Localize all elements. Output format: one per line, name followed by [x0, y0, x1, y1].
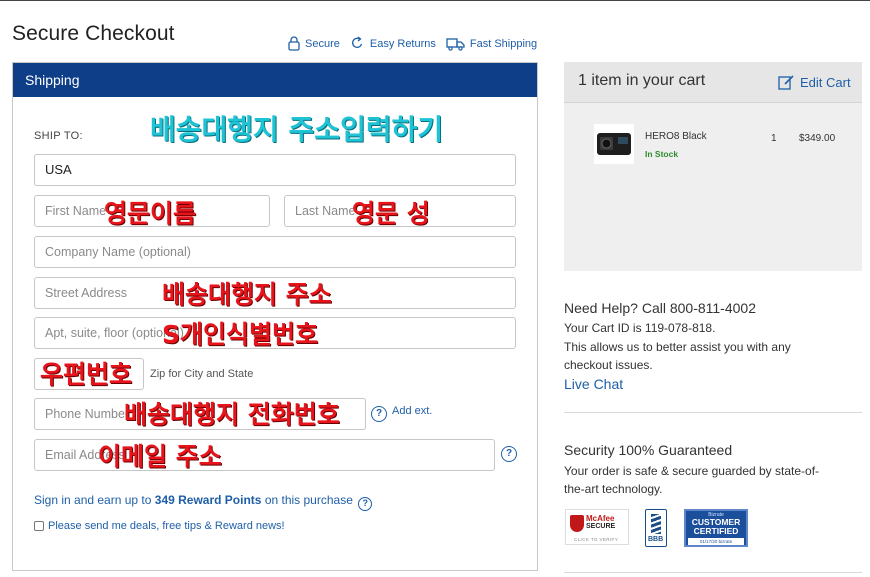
- product-quantity: 1: [771, 133, 777, 144]
- trust-badges: Secure Easy Returns Fast Shipping: [288, 36, 547, 51]
- reward-prefix: Sign in and earn up to: [34, 493, 155, 507]
- cart-count: 1 item in your cart: [578, 72, 706, 89]
- mcafee-secure-text: SECURE: [586, 523, 616, 530]
- overlay-phone-note: 배송대행지 전화번호: [124, 400, 340, 429]
- return-arrow-icon: [351, 36, 362, 48]
- security-title: Security 100% Guaranteed: [564, 442, 733, 458]
- newsletter-label: Please send me deals, free tips & Reward…: [48, 520, 285, 532]
- product-name[interactable]: HERO8 Black: [645, 131, 707, 142]
- live-chat-link[interactable]: Live Chat: [564, 376, 623, 392]
- overlay-title-note: 배송대행지 주소입력하기: [150, 113, 444, 146]
- add-ext-link[interactable]: Add ext.: [392, 405, 432, 417]
- lock-icon: [288, 36, 300, 51]
- zip-hint: Zip for City and State: [150, 368, 254, 380]
- secure-badge-label: Secure: [305, 37, 340, 50]
- country-select[interactable]: USA: [34, 154, 516, 186]
- overlay-email-note: 이메일 주소: [98, 442, 222, 471]
- help-title: Need Help? Call 800-811-4002: [564, 300, 756, 316]
- mcafee-brand: McAfee: [586, 514, 615, 523]
- fast-shipping-badge: Fast Shipping: [446, 37, 537, 51]
- email-help-icon[interactable]: ?: [501, 446, 517, 462]
- easy-returns-badge-label: Easy Returns: [369, 37, 436, 50]
- truck-icon: [446, 37, 465, 51]
- reward-points-link[interactable]: Sign in and earn up to 349 Reward Points…: [34, 493, 373, 511]
- overlay-apt-note: S개인식별번호: [162, 320, 319, 349]
- newsletter-option[interactable]: Please send me deals, free tips & Reward…: [34, 520, 285, 532]
- reward-points-amount: 349 Reward Points: [154, 493, 262, 507]
- newsletter-checkbox[interactable]: [34, 521, 44, 531]
- page-title: Secure Checkout: [12, 22, 175, 45]
- reward-suffix: on this purchase: [261, 493, 353, 507]
- stock-status: In Stock: [645, 149, 679, 159]
- bottom-divider: [564, 572, 862, 573]
- security-text-line1: Your order is safe & secure guarded by s…: [564, 464, 820, 478]
- bbb-logo[interactable]: BBB: [645, 509, 667, 547]
- bbb-text: BBB: [648, 536, 664, 543]
- bizrate-bottom: 01/17/20 bizrate: [688, 538, 744, 545]
- cart-id-text: Your Cart ID is 119-078-818.: [564, 321, 716, 335]
- security-text-line2: the-art technology.: [564, 482, 663, 496]
- overlay-last-name-note: 영문 성: [352, 199, 430, 228]
- product-price: $349.00: [799, 133, 836, 144]
- divider: [564, 412, 862, 413]
- reward-help-icon[interactable]: ?: [358, 497, 373, 511]
- assist-text-line2: checkout issues.: [564, 358, 653, 372]
- ship-to-label: SHIP TO:: [34, 130, 83, 142]
- bizrate-main-line2: CERTIFIED: [693, 526, 739, 536]
- company-input[interactable]: Company Name (optional): [34, 236, 516, 268]
- edit-icon: [778, 75, 794, 90]
- easy-returns-badge: Easy Returns: [350, 36, 436, 51]
- overlay-first-name-note: 영문이름: [104, 199, 197, 228]
- edit-cart-link[interactable]: Edit Cart: [778, 74, 851, 90]
- mcafee-secure-logo[interactable]: McAfee SECURE CLICK TO VERIFY: [565, 509, 629, 545]
- overlay-zip-note: 우편번호: [40, 360, 133, 389]
- camera-icon[interactable]: [594, 124, 634, 164]
- bizrate-certified-logo[interactable]: Bizrate CUSTOMER CERTIFIED 01/17/20 bizr…: [684, 509, 748, 547]
- phone-help-icon[interactable]: ?: [371, 406, 387, 422]
- mcafee-verify-text: CLICK TO VERIFY: [574, 537, 619, 542]
- overlay-street-note: 배송대행지 주소: [162, 280, 332, 309]
- fast-shipping-badge-label: Fast Shipping: [469, 37, 538, 50]
- shield-icon: [570, 515, 584, 532]
- cart-divider: [564, 102, 862, 103]
- secure-badge: Secure: [288, 36, 340, 51]
- edit-cart-label: Edit Cart: [800, 74, 851, 90]
- assist-text-line1: This allows us to better assist you with…: [564, 340, 791, 354]
- shipping-header: Shipping: [13, 63, 537, 97]
- bbb-torch-icon: [651, 514, 661, 534]
